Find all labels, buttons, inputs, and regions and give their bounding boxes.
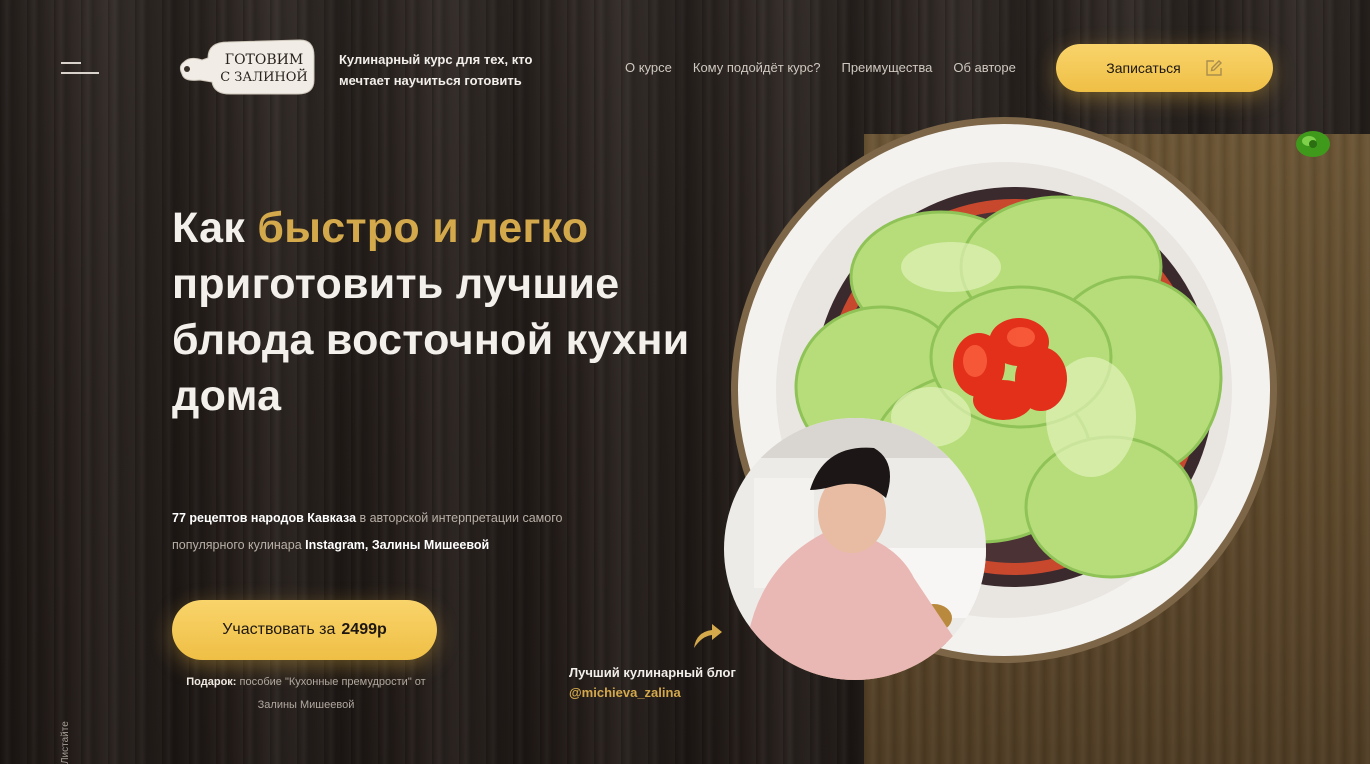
cta-text: Участвовать за	[222, 621, 336, 638]
desc-recipes: 77 рецептов народов Кавказа	[172, 511, 357, 525]
hero-title-start: Как	[172, 204, 258, 252]
blog-label-text: Лучший кулинарный блог	[569, 665, 736, 680]
pepper-icon	[1296, 131, 1330, 157]
blog-handle[interactable]: @michieva_zalina	[569, 685, 681, 700]
author-photo	[724, 418, 986, 680]
main-nav: О курсе Кому подойдёт курс? Преимущества…	[625, 60, 1016, 75]
gift-note: Подарок: пособие "Кухонные премудрости" …	[176, 671, 436, 717]
blog-label: Лучший кулинарный блог @michieva_zalina	[569, 663, 769, 703]
hero-title-accent: быстро и легко	[257, 204, 589, 252]
signup-label: Записаться	[1106, 60, 1181, 76]
nav-advantages[interactable]: Преимущества	[841, 60, 932, 75]
signup-button[interactable]: Записаться	[1056, 44, 1273, 92]
hero-title-rest: приготовить лучшие блюда восточной кухни…	[172, 260, 690, 420]
arrow-icon	[694, 624, 722, 648]
logo-line2: С ЗАЛИНОЙ	[220, 68, 308, 85]
cta-price: 2499р	[341, 621, 387, 638]
logo[interactable]: ГОТОВИМ С ЗАЛИНОЙ	[178, 36, 316, 98]
logo-line1: ГОТОВИМ	[225, 52, 303, 68]
nav-about-course[interactable]: О курсе	[625, 60, 672, 75]
gift-label: Подарок:	[186, 676, 237, 688]
hero-description: 77 рецептов народов Кавказа в авторской …	[172, 505, 632, 559]
tagline: Кулинарный курс для тех, кто мечтает нау…	[339, 52, 533, 88]
nav-who-fits[interactable]: Кому подойдёт курс?	[693, 60, 821, 75]
scroll-hint: Листайте	[60, 721, 71, 764]
desc-author: Instagram, Залины Мишеевой	[305, 538, 490, 552]
nav-about-author[interactable]: Об авторе	[953, 60, 1016, 75]
menu-icon[interactable]	[61, 62, 99, 74]
gift-text: пособие "Кухонные премудрости" от Залины…	[236, 676, 426, 711]
participate-button[interactable]: Участвовать за 2499р	[172, 600, 437, 660]
edit-icon	[1206, 60, 1222, 76]
hero-title: Как быстро и легко приготовить лучшие бл…	[172, 200, 692, 424]
